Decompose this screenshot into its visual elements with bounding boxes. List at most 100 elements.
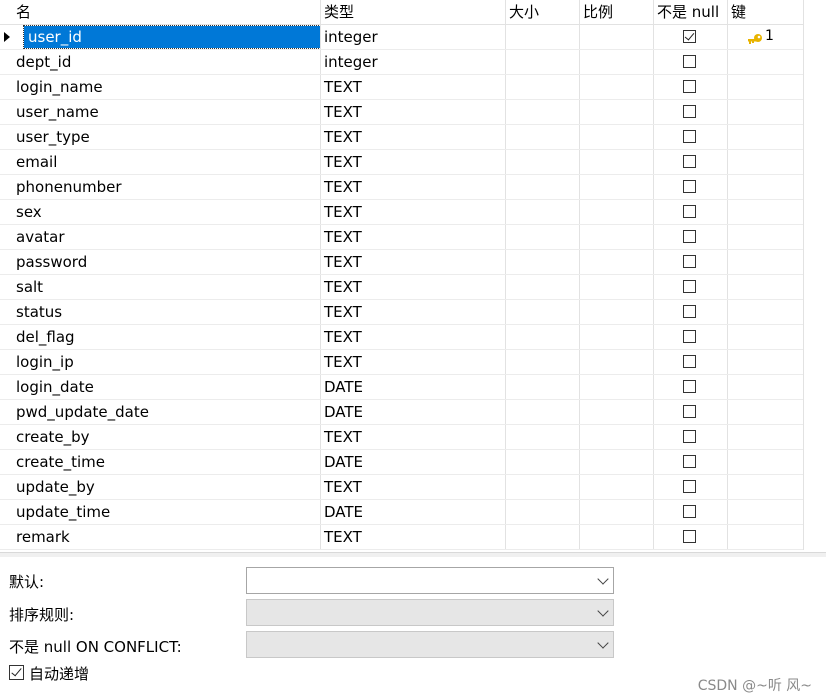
not-null-cell[interactable] xyxy=(654,125,728,149)
row-selector[interactable] xyxy=(0,125,12,149)
key-cell[interactable] xyxy=(728,150,803,174)
table-row[interactable]: salt TEXT xyxy=(0,275,803,300)
field-size-cell[interactable] xyxy=(506,75,580,99)
row-selector[interactable] xyxy=(0,300,12,324)
field-name[interactable]: avatar xyxy=(16,228,65,246)
table-row[interactable]: sex TEXT xyxy=(0,200,803,225)
field-name-cell[interactable]: update_time xyxy=(12,500,321,524)
field-name[interactable]: sex xyxy=(16,203,42,221)
table-row[interactable]: phonenumber TEXT xyxy=(0,175,803,200)
key-cell[interactable] xyxy=(728,350,803,374)
field-size-cell[interactable] xyxy=(506,500,580,524)
field-type[interactable]: TEXT xyxy=(324,228,362,246)
not-null-checkbox[interactable] xyxy=(683,380,696,393)
table-row[interactable]: dept_id integer xyxy=(0,50,803,75)
field-scale-cell[interactable] xyxy=(580,75,654,99)
field-type-cell[interactable]: TEXT xyxy=(321,200,506,224)
key-cell[interactable] xyxy=(728,300,803,324)
field-size-cell[interactable] xyxy=(506,150,580,174)
field-type[interactable]: TEXT xyxy=(324,528,362,546)
field-type[interactable]: TEXT xyxy=(324,128,362,146)
table-row[interactable]: avatar TEXT xyxy=(0,225,803,250)
field-scale-cell[interactable] xyxy=(580,225,654,249)
field-size-cell[interactable] xyxy=(506,325,580,349)
field-name[interactable]: phonenumber xyxy=(16,178,121,196)
key-cell[interactable] xyxy=(728,375,803,399)
field-size-cell[interactable] xyxy=(506,225,580,249)
not-null-checkbox[interactable] xyxy=(683,105,696,118)
field-name[interactable]: remark xyxy=(16,528,70,546)
field-type-cell[interactable]: DATE xyxy=(321,400,506,424)
key-cell[interactable]: 1 xyxy=(728,25,803,49)
field-name-cell[interactable]: phonenumber xyxy=(12,175,321,199)
row-selector[interactable] xyxy=(0,225,12,249)
table-row[interactable]: update_by TEXT xyxy=(0,475,803,500)
field-size-cell[interactable] xyxy=(506,275,580,299)
field-type[interactable]: integer xyxy=(324,28,378,46)
field-scale-cell[interactable] xyxy=(580,525,654,549)
row-selector[interactable] xyxy=(0,425,12,449)
field-name-cell[interactable]: status xyxy=(12,300,321,324)
field-type-cell[interactable]: DATE xyxy=(321,375,506,399)
field-size-cell[interactable] xyxy=(506,50,580,74)
field-size-cell[interactable] xyxy=(506,200,580,224)
table-row[interactable]: email TEXT xyxy=(0,150,803,175)
field-size-cell[interactable] xyxy=(506,125,580,149)
field-type[interactable]: integer xyxy=(324,53,378,71)
field-name-cell[interactable]: sex xyxy=(12,200,321,224)
field-name-cell[interactable]: login_ip xyxy=(12,350,321,374)
field-name[interactable]: password xyxy=(16,253,87,271)
field-name-cell[interactable]: remark xyxy=(12,525,321,549)
field-type[interactable]: TEXT xyxy=(324,278,362,296)
field-name[interactable]: create_time xyxy=(16,453,105,471)
field-name-cell[interactable]: user_id xyxy=(12,25,321,49)
field-name-cell[interactable]: salt xyxy=(12,275,321,299)
not-null-checkbox[interactable] xyxy=(683,255,696,268)
field-size-cell[interactable] xyxy=(506,425,580,449)
not-null-cell[interactable] xyxy=(654,50,728,74)
not-null-cell[interactable] xyxy=(654,300,728,324)
field-name[interactable]: create_by xyxy=(16,428,90,446)
field-name-cell[interactable]: user_type xyxy=(12,125,321,149)
field-size-cell[interactable] xyxy=(506,25,580,49)
not-null-cell[interactable] xyxy=(654,200,728,224)
field-name-cell[interactable]: pwd_update_date xyxy=(12,400,321,424)
not-null-cell[interactable] xyxy=(654,175,728,199)
table-row[interactable]: password TEXT xyxy=(0,250,803,275)
field-type[interactable]: TEXT xyxy=(324,203,362,221)
header-key[interactable]: 键 xyxy=(728,0,803,24)
field-name-cell[interactable]: update_by xyxy=(12,475,321,499)
field-name-cell[interactable]: del_flag xyxy=(12,325,321,349)
field-type-cell[interactable]: DATE xyxy=(321,500,506,524)
field-type-cell[interactable]: TEXT xyxy=(321,150,506,174)
field-type[interactable]: TEXT xyxy=(324,328,362,346)
not-null-cell[interactable] xyxy=(654,100,728,124)
field-name[interactable]: status xyxy=(16,303,62,321)
key-cell[interactable] xyxy=(728,50,803,74)
field-name[interactable]: del_flag xyxy=(16,328,75,346)
row-selector[interactable] xyxy=(0,200,12,224)
field-size-cell[interactable] xyxy=(506,475,580,499)
not-null-checkbox[interactable] xyxy=(683,455,696,468)
field-type[interactable]: TEXT xyxy=(324,428,362,446)
table-row[interactable]: status TEXT xyxy=(0,300,803,325)
not-null-cell[interactable] xyxy=(654,375,728,399)
row-selector[interactable] xyxy=(0,175,12,199)
field-scale-cell[interactable] xyxy=(580,500,654,524)
field-name[interactable]: login_date xyxy=(16,378,94,396)
not-null-checkbox[interactable] xyxy=(683,305,696,318)
header-size[interactable]: 大小 xyxy=(506,0,580,24)
field-scale-cell[interactable] xyxy=(580,325,654,349)
not-null-cell[interactable] xyxy=(654,475,728,499)
field-name-cell[interactable]: avatar xyxy=(12,225,321,249)
table-row[interactable]: login_date DATE xyxy=(0,375,803,400)
field-type[interactable]: TEXT xyxy=(324,253,362,271)
field-size-cell[interactable] xyxy=(506,300,580,324)
field-type[interactable]: TEXT xyxy=(324,178,362,196)
not-null-cell[interactable] xyxy=(654,150,728,174)
table-row[interactable]: user_type TEXT xyxy=(0,125,803,150)
field-name[interactable]: user_id xyxy=(23,25,320,49)
field-type-cell[interactable]: TEXT xyxy=(321,275,506,299)
key-cell[interactable] xyxy=(728,325,803,349)
row-selector[interactable] xyxy=(0,50,12,74)
